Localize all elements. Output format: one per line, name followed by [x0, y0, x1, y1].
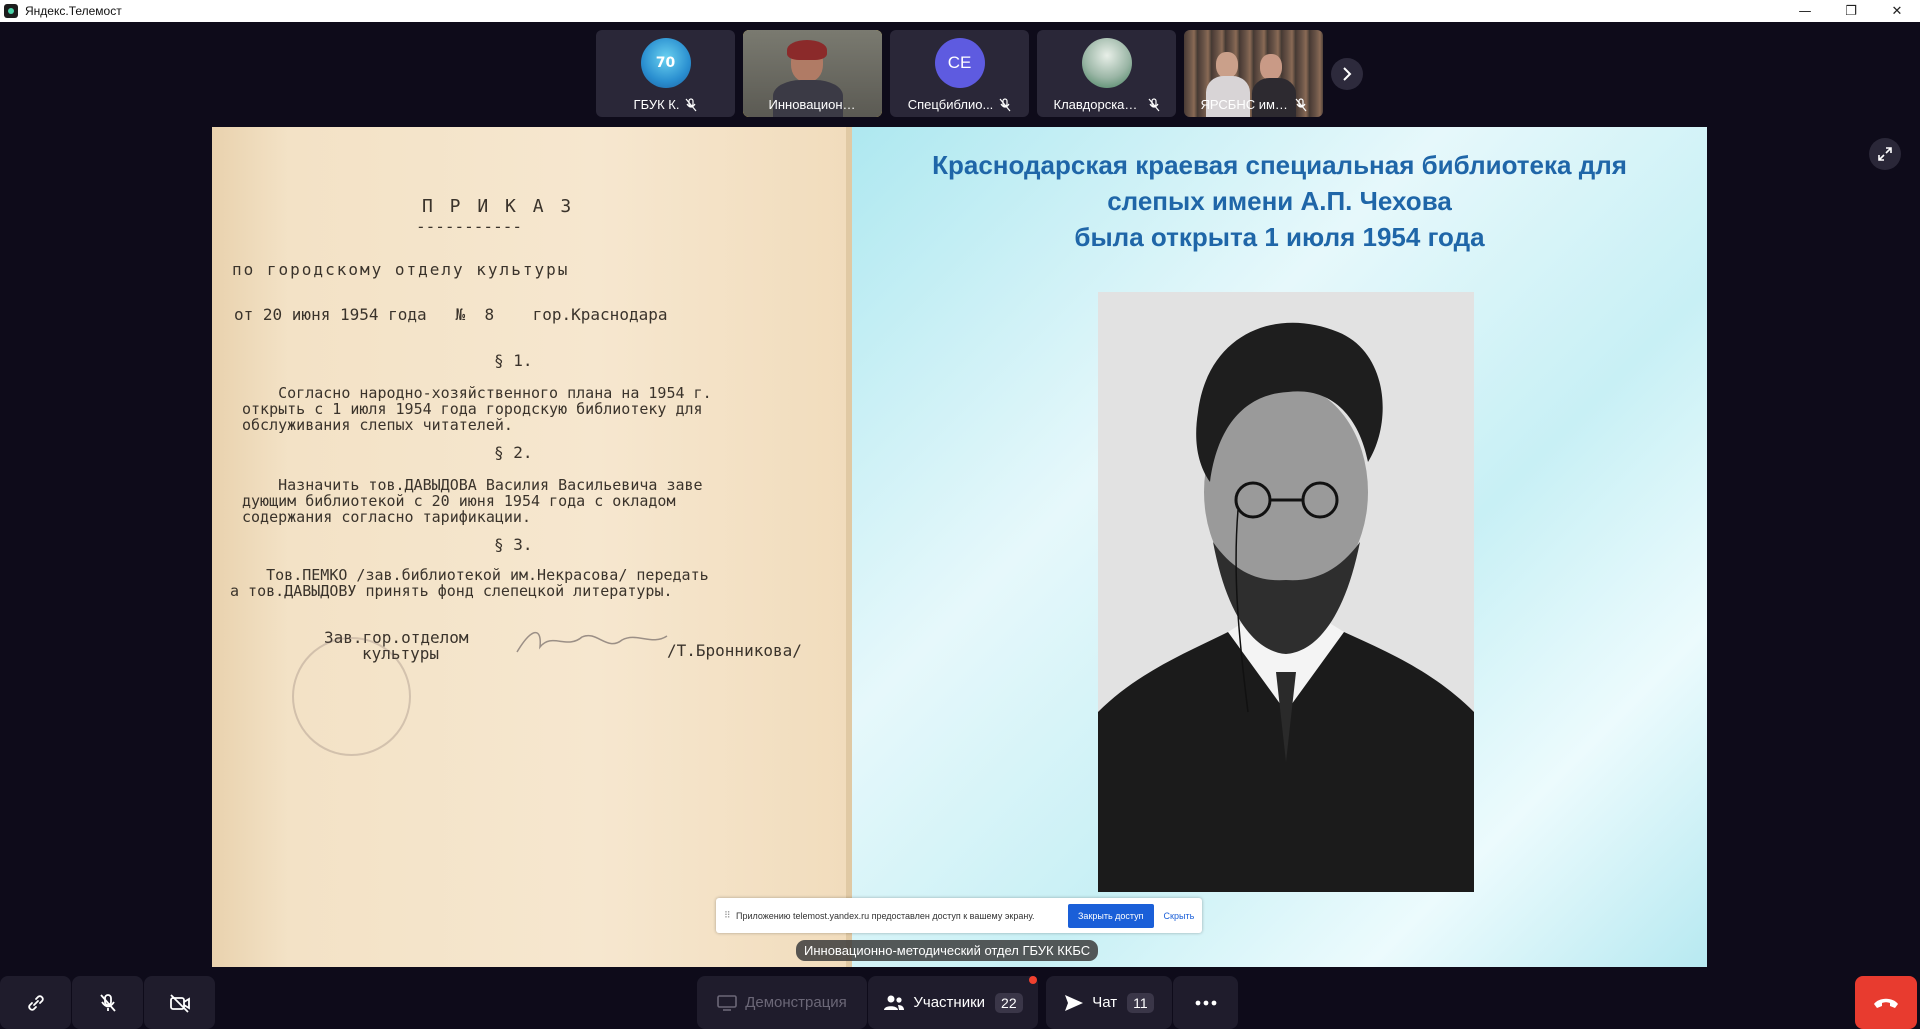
- participant-name: ГБУК К.: [633, 97, 680, 112]
- participant-name: Инновационно-...: [768, 97, 857, 112]
- participants-count-badge: 22: [995, 992, 1023, 1013]
- more-options-button[interactable]: [1173, 976, 1238, 1029]
- doc-line: от 20 июня 1954 года № 8 гор.Краснодара: [234, 305, 668, 324]
- drag-handle-icon[interactable]: ⠿: [724, 910, 732, 921]
- notification-message: Приложению telemost.yandex.ru предоставл…: [736, 910, 1035, 921]
- screen-share-button[interactable]: Демонстрация: [697, 976, 867, 1029]
- slide-title: Краснодарская краевая специальная библио…: [932, 150, 1627, 252]
- expand-icon: [1878, 147, 1892, 161]
- handwritten-signature: [516, 631, 668, 653]
- chat-button[interactable]: Чат 11: [1046, 976, 1172, 1029]
- minimize-button[interactable]: —: [1782, 0, 1828, 22]
- chat-label: Чат: [1092, 994, 1118, 1011]
- camera-off-icon: [169, 993, 190, 1013]
- mic-off-icon: [685, 97, 697, 111]
- round-stamp: [292, 637, 411, 756]
- doc-heading-underline: -----------: [416, 217, 522, 236]
- doc-line: Назначить тов.ДАВЫДОВА Василия Васильеви…: [242, 476, 703, 494]
- doc-heading: П Р И К А З: [422, 196, 575, 217]
- doc-line: Тов.ПЕМКО /зав.библиотекой им.Некрасова/…: [230, 566, 709, 584]
- doc-line: обслуживания слепых читателей.: [242, 416, 513, 434]
- mic-off-icon: [1148, 97, 1159, 111]
- doc-line: содержания согласно тарификации.: [242, 508, 531, 526]
- chekhov-portrait: [1098, 292, 1474, 892]
- new-activity-dot: [1029, 976, 1037, 984]
- participant-name: Спецбиблио...: [907, 97, 994, 112]
- participant-strip: 70 ГБУК К. Инновационно-... СЕ Спецбибли…: [596, 30, 1323, 117]
- participant-name: Клавдорская...: [1053, 97, 1142, 112]
- participant-tile[interactable]: 70 ГБУК К.: [596, 30, 735, 117]
- doc-section: § 2.: [494, 443, 533, 462]
- doc-line: по городскому отделу культуры: [232, 260, 570, 279]
- stop-sharing-button[interactable]: Закрыть доступ: [1068, 903, 1154, 928]
- screen-share-notification: ⠿ Приложению telemost.yandex.ru предоста…: [716, 898, 1202, 933]
- participant-tile[interactable]: СЕ Спецбиблио...: [890, 30, 1029, 117]
- hide-notification-link[interactable]: Скрыть: [1164, 911, 1195, 921]
- presenter-caption: Инновационно-методический отдел ГБУК ККБ…: [796, 940, 1099, 961]
- restore-button[interactable]: ❐: [1828, 0, 1874, 22]
- mic-off-icon: [999, 97, 1011, 111]
- doc-section: § 3.: [494, 535, 533, 554]
- participant-name: ЯРСБНС им. ...: [1200, 97, 1289, 112]
- fullscreen-button[interactable]: [1869, 138, 1901, 170]
- participant-avatar: 70: [640, 38, 691, 88]
- link-icon: [27, 994, 44, 1011]
- participants-label: Участники: [913, 994, 986, 1011]
- doc-line: открыть с 1 июля 1954 года городскую биб…: [242, 400, 703, 418]
- people-icon: [884, 995, 905, 1010]
- mic-off-icon: [1295, 97, 1306, 111]
- doc-line: дующим библиотекой с 20 июня 1954 года с…: [242, 492, 676, 510]
- screen-share-view: П Р И К А З ----------- по городскому от…: [212, 127, 1707, 967]
- order-document-scan: П Р И К А З ----------- по городскому от…: [212, 127, 852, 967]
- screen-share-label: Демонстрация: [745, 994, 847, 1011]
- hang-up-icon: [1874, 998, 1898, 1008]
- screen-share-icon: [717, 994, 738, 1011]
- more-icon: [1195, 1000, 1216, 1005]
- microphone-toggle-button[interactable]: [72, 976, 143, 1029]
- doc-section: § 1.: [494, 351, 533, 370]
- window-title: Яндекс.Телемост: [25, 4, 122, 18]
- participant-tile[interactable]: Клавдорская...: [1037, 30, 1176, 117]
- doc-line: а тов.ДАВЫДОВУ принять фонд слепецкой ли…: [230, 582, 673, 600]
- window-titlebar: Яндекс.Телемост — ❐ ✕: [0, 0, 1920, 22]
- send-icon: [1065, 994, 1084, 1011]
- chevron-right-icon: [1343, 67, 1352, 81]
- mic-off-icon: [99, 993, 116, 1012]
- participant-tile-active[interactable]: Инновационно-...: [743, 30, 882, 117]
- participants-button[interactable]: Участники 22: [868, 976, 1038, 1029]
- chat-count-badge: 11: [1127, 992, 1154, 1013]
- participant-tile[interactable]: ЯРСБНС им. ...: [1184, 30, 1323, 117]
- doc-signature-name: /Т.Бронникова/: [667, 641, 802, 660]
- close-button[interactable]: ✕: [1874, 0, 1920, 22]
- participant-initials-avatar: СЕ: [934, 38, 985, 88]
- telemost-app-icon: [4, 4, 18, 18]
- leave-call-button[interactable]: [1855, 976, 1917, 1029]
- copy-link-button[interactable]: [0, 976, 71, 1029]
- camera-toggle-button[interactable]: [144, 976, 215, 1029]
- next-participants-button[interactable]: [1331, 58, 1363, 90]
- doc-line: Согласно народно-хозяйственного плана на…: [242, 384, 712, 402]
- participant-avatar: [1081, 38, 1132, 88]
